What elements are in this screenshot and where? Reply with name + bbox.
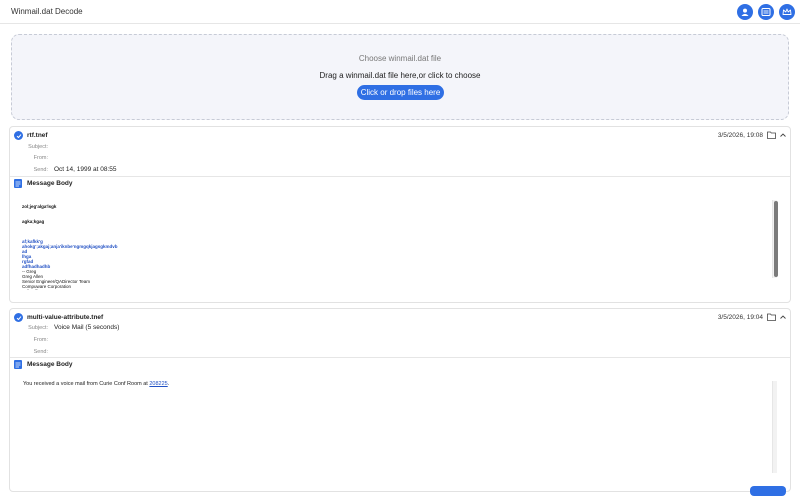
history-button[interactable] — [758, 4, 774, 20]
check-icon — [14, 131, 23, 140]
subject-row: Subject: Voice Mail (5 seconds) — [10, 324, 790, 334]
user-icon — [741, 8, 749, 16]
check-icon — [14, 313, 23, 322]
scrollbar[interactable] — [772, 381, 777, 473]
send-value: Oct 14, 1999 at 08:55 — [54, 166, 117, 173]
body-text: You received a voice mail from Curie Con… — [23, 381, 150, 387]
from-row: From: — [10, 336, 790, 346]
premium-button[interactable] — [779, 4, 795, 20]
list-icon — [761, 8, 771, 16]
from-label: From: — [33, 337, 48, 343]
chevron-up-icon[interactable] — [779, 313, 787, 321]
phone-link[interactable]: 208225 — [149, 381, 167, 387]
scrollbar[interactable] — [772, 200, 778, 278]
file-card: multi-value-attribute.tnef 3/5/2026, 19:… — [9, 308, 791, 492]
file-date: 3/5/2026, 19:08 — [717, 132, 763, 139]
app-header: Winmail.dat Decode — [0, 0, 800, 24]
file-card: rtf.tnef 3/5/2026, 19:08 Subject: From: … — [9, 126, 791, 303]
message-body-label: Message Body — [27, 361, 73, 368]
body-end: . — [167, 381, 170, 387]
folder-icon[interactable] — [767, 131, 776, 139]
file-date: 3/5/2026, 19:04 — [717, 314, 763, 321]
subject-label: Subject: — [28, 144, 48, 150]
folder-icon[interactable] — [767, 313, 776, 321]
divider — [10, 357, 790, 358]
account-button[interactable] — [737, 4, 753, 20]
chevron-up-icon[interactable] — [779, 131, 787, 139]
message-body-header: Message Body — [10, 359, 790, 371]
body-line: gallen@numega.com — [22, 289, 762, 290]
document-icon — [14, 179, 22, 188]
from-label: From: — [33, 155, 48, 161]
document-icon — [14, 360, 22, 369]
drop-zone-subtitle: Drag a winmail.dat file here,or click to… — [319, 71, 481, 80]
message-body-header: Message Body — [10, 178, 790, 190]
partial-action-button[interactable] — [750, 486, 786, 496]
from-row: From: — [10, 154, 790, 164]
subject-value: Voice Mail (5 seconds) — [54, 324, 120, 331]
send-label: Send: — [33, 167, 48, 173]
drop-zone-title: Choose winmail.dat file — [358, 54, 442, 63]
file-drop-zone[interactable]: Choose winmail.dat file Drag a winmail.d… — [11, 34, 789, 120]
divider — [10, 176, 790, 177]
scrollbar-thumb[interactable] — [774, 201, 778, 277]
file-name: rtf.tnef — [27, 132, 48, 139]
choose-file-button[interactable]: Click or drop files here — [357, 85, 444, 100]
app-title: Winmail.dat Decode — [11, 7, 83, 16]
subject-row: Subject: — [10, 143, 790, 153]
send-row: Send: Oct 14, 1999 at 08:55 — [10, 166, 790, 176]
message-body-content: zol;jeg'alga'lsgk agka;kgag af;kafkk'g ahok… — [22, 204, 762, 290]
message-body-label: Message Body — [27, 180, 73, 187]
file-name: multi-value-attribute.tnef — [27, 314, 104, 321]
file-card-header[interactable]: rtf.tnef 3/5/2026, 19:08 — [10, 127, 790, 143]
subject-label: Subject: — [28, 325, 48, 331]
send-label: Send: — [33, 349, 48, 355]
crown-icon — [782, 8, 792, 15]
file-card-header[interactable]: multi-value-attribute.tnef 3/5/2026, 19:… — [10, 309, 790, 325]
message-body-content: You received a voice mail from Curie Con… — [23, 381, 169, 387]
